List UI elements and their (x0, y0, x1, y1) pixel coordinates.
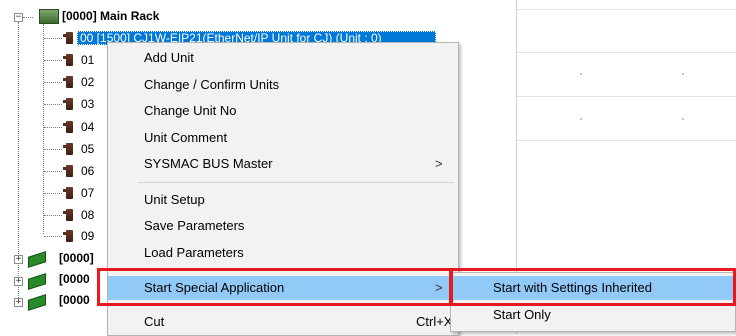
unit-slot-icon (63, 76, 73, 88)
rack-label[interactable]: [0000] (59, 251, 94, 265)
expand-expander-icon[interactable]: + (14, 298, 23, 307)
menu-item-sysmac-bus-master[interactable]: SYSMAC BUS Master > (108, 152, 458, 176)
slot-label-03[interactable]: 03 (81, 97, 94, 111)
tree-connector (44, 215, 62, 216)
slot-label-04[interactable]: 04 (81, 120, 94, 134)
unit-slot-icon (63, 165, 73, 177)
grid-line (517, 140, 736, 141)
tree-connector (44, 149, 62, 150)
tree-connector (44, 38, 62, 39)
menu-item-label: Save Parameters (144, 218, 245, 233)
main-rack-icon (39, 9, 59, 24)
tree-connector (44, 104, 62, 105)
menu-item-cut[interactable]: Cut Ctrl+X (108, 310, 458, 334)
tree-connector (23, 17, 33, 18)
tree-connector (44, 60, 62, 61)
annotation-highlight-box (97, 268, 453, 306)
menu-item-label: Unit Setup (144, 192, 205, 207)
menu-item-label: Add Unit (144, 50, 194, 65)
menu-item-label: Unit Comment (144, 130, 228, 145)
annotation-highlight-box (449, 268, 736, 306)
menu-item-load-parameters[interactable]: Load Parameters (108, 241, 458, 265)
grid-line (517, 96, 736, 97)
collapse-expander-icon[interactable]: − (14, 13, 23, 22)
rack-label[interactable]: [0000 (59, 272, 90, 286)
slot-label-01[interactable]: 01 (81, 53, 94, 67)
menu-item-label: Change Unit No (144, 103, 237, 118)
rack-icon (28, 294, 46, 311)
expand-expander-icon[interactable]: + (14, 255, 23, 264)
expand-expander-icon[interactable]: + (14, 277, 23, 286)
unit-slot-icon (63, 121, 73, 133)
slot-label-07[interactable]: 07 (81, 186, 94, 200)
unit-slot-icon (63, 230, 73, 242)
submenu-item-start-only[interactable]: Start Only (453, 303, 733, 327)
menu-item-change-unit-no[interactable]: Change Unit No (108, 99, 458, 123)
menu-item-save-parameters[interactable]: Save Parameters (108, 214, 458, 238)
grid-line (517, 9, 736, 10)
rack-icon (28, 273, 46, 290)
slot-label-09[interactable]: 09 (81, 229, 94, 243)
slot-label-06[interactable]: 06 (81, 164, 94, 178)
grid-dot (580, 118, 582, 120)
grid-dot (682, 73, 684, 75)
tree-connector (44, 82, 62, 83)
grid-dot (580, 73, 582, 75)
main-rack-label[interactable]: [0000] Main Rack (62, 9, 159, 23)
unit-slot-icon (63, 98, 73, 110)
menu-item-label: SYSMAC BUS Master (144, 156, 273, 171)
tree-connector (44, 127, 62, 128)
menu-item-change-confirm-units[interactable]: Change / Confirm Units (108, 73, 458, 97)
rack-icon (28, 251, 46, 268)
menu-item-unit-setup[interactable]: Unit Setup (108, 188, 458, 212)
submenu-item-label: Start Only (493, 307, 551, 322)
menu-item-add-unit[interactable]: Add Unit (108, 46, 458, 70)
tree-connector (44, 236, 62, 237)
unit-slot-icon (63, 143, 73, 155)
tree-connector (44, 171, 62, 172)
slot-label-02[interactable]: 02 (81, 75, 94, 89)
unit-slot-icon (63, 187, 73, 199)
slot-label-08[interactable]: 08 (81, 208, 94, 222)
unit-slot-icon (63, 54, 73, 66)
unit-slot-icon (63, 32, 73, 44)
slot-label-05[interactable]: 05 (81, 142, 94, 156)
grid-line (517, 52, 736, 53)
tree-connector (44, 193, 62, 194)
tree-connector (43, 24, 44, 234)
menu-separator (138, 182, 454, 183)
menu-item-label: Change / Confirm Units (144, 77, 280, 92)
menu-item-shortcut: Ctrl+X (416, 314, 453, 329)
rack-label[interactable]: [0000 (59, 293, 90, 307)
menu-item-label: Load Parameters (144, 245, 244, 260)
menu-item-unit-comment[interactable]: Unit Comment (108, 126, 458, 150)
unit-slot-icon (63, 209, 73, 221)
grid-dot (682, 118, 684, 120)
menu-item-label: Cut (144, 314, 165, 329)
chevron-right-icon: > (435, 156, 443, 171)
